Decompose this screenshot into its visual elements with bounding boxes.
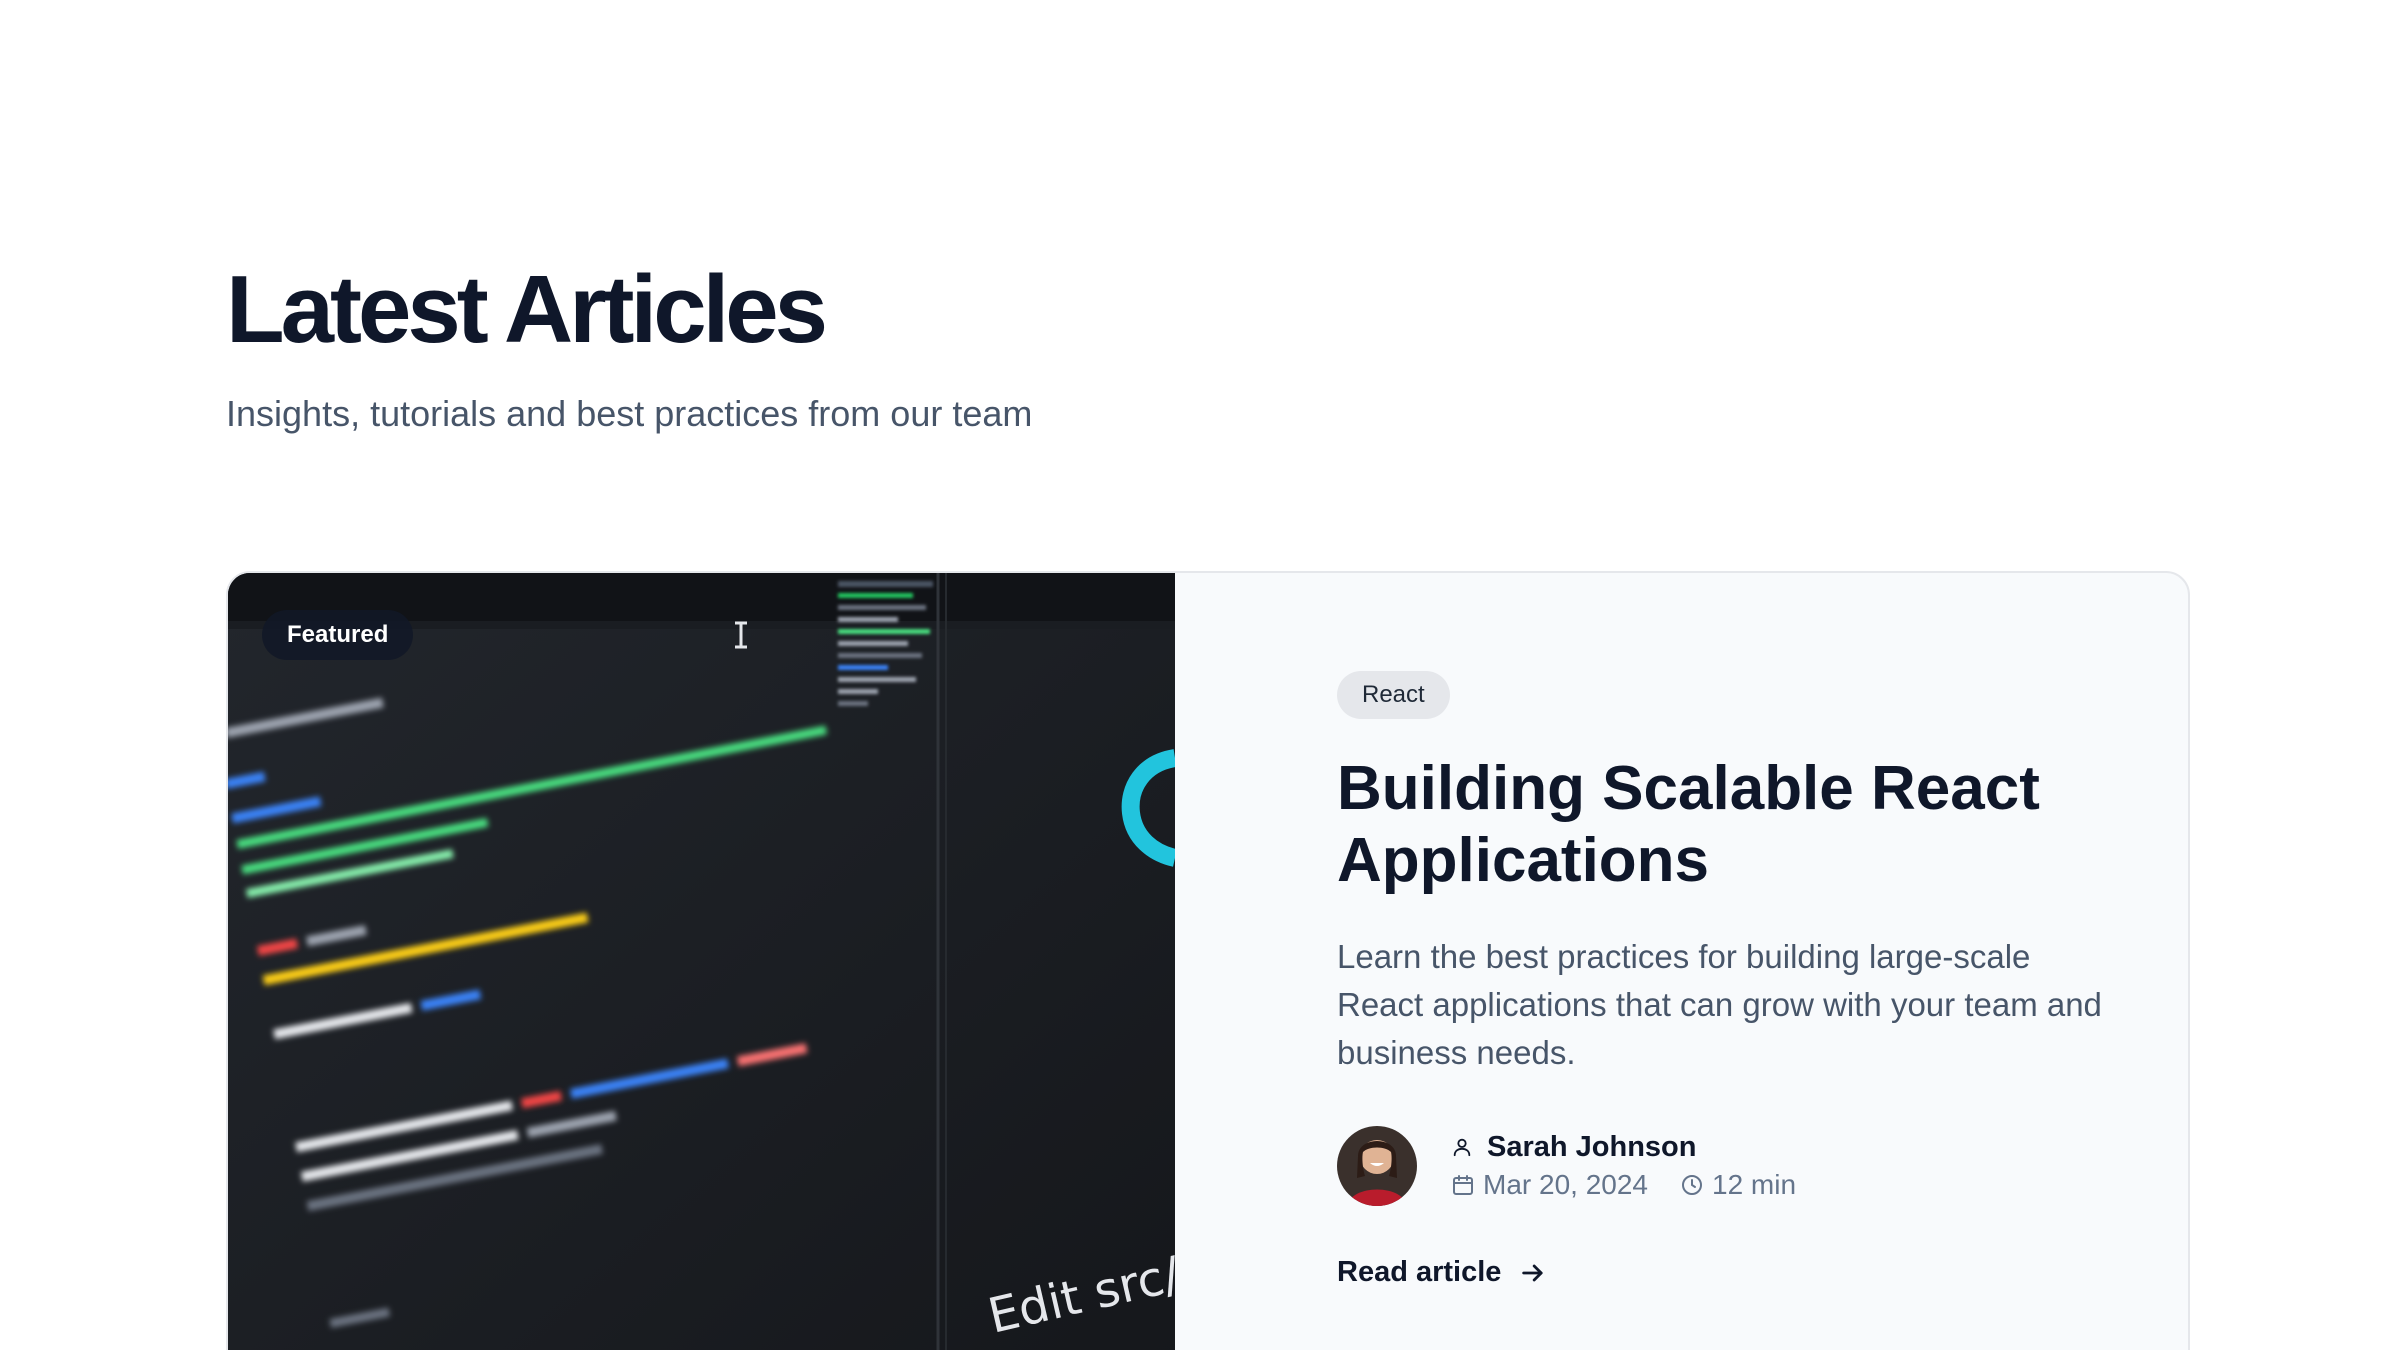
read-article-link[interactable]: Read article xyxy=(1337,1256,1547,1289)
card-content: React Building Scalable React Applicatio… xyxy=(1337,671,2117,1289)
author-name[interactable]: Sarah Johnson xyxy=(1487,1131,1697,1164)
featured-article-card[interactable]: Edit src/ Featured React Building Scalab… xyxy=(226,571,2190,1350)
article-cover-image: Edit src/ Featured xyxy=(228,573,1175,1350)
code-screen-photo: Edit src/ xyxy=(228,573,1175,1350)
page-subtitle: Insights, tutorials and best practices f… xyxy=(226,393,1033,434)
calendar-icon xyxy=(1451,1173,1475,1197)
read-time: 12 min xyxy=(1712,1169,1797,1200)
author-row: Sarah Johnson Mar 20, 2024 12 min xyxy=(1337,1126,2117,1208)
clock-icon xyxy=(1680,1173,1704,1197)
page-title: Latest Articles xyxy=(226,256,828,363)
author-avatar xyxy=(1337,1126,1417,1206)
arrow-right-icon xyxy=(1519,1259,1547,1287)
read-article-label: Read article xyxy=(1337,1256,1502,1288)
category-tag[interactable]: React xyxy=(1337,671,1450,719)
publish-date: Mar 20, 2024 xyxy=(1483,1169,1648,1200)
author-meta: Sarah Johnson Mar 20, 2024 12 min xyxy=(1451,1128,1796,1204)
user-icon xyxy=(1451,1136,1473,1158)
article-title[interactable]: Building Scalable React Applications xyxy=(1337,753,2117,897)
article-excerpt: Learn the best practices for building la… xyxy=(1337,938,2102,1071)
page-header: Latest Articles Insights, tutorials and … xyxy=(226,250,1032,438)
articles-page: Latest Articles Insights, tutorials and … xyxy=(0,0,2400,1350)
featured-badge: Featured xyxy=(262,610,414,660)
